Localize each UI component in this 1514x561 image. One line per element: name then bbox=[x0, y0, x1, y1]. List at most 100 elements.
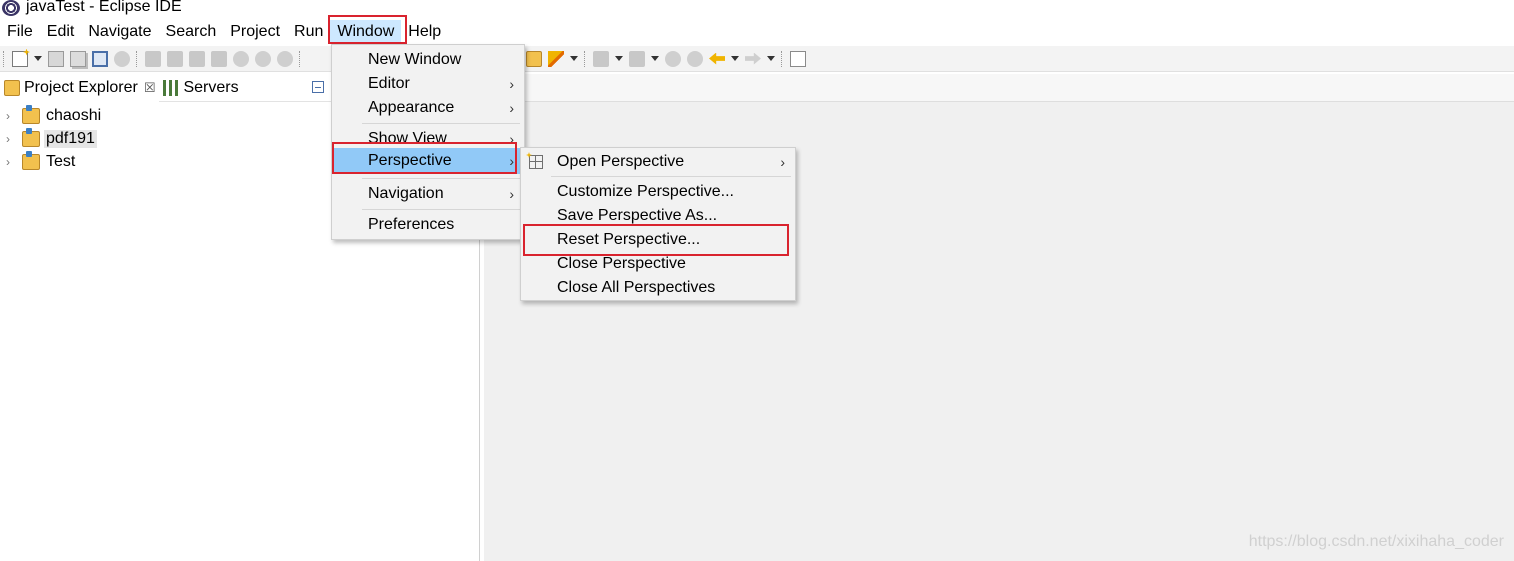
project-explorer-icon bbox=[4, 79, 20, 96]
tab-label: Servers bbox=[183, 78, 239, 96]
toolbar-grip bbox=[584, 50, 587, 67]
close-icon[interactable]: ☒ bbox=[144, 80, 156, 96]
menu-item-new-window[interactable]: New Window bbox=[332, 48, 524, 72]
minimize-view-icon[interactable] bbox=[312, 81, 324, 93]
menu-item-label: Open Perspective bbox=[557, 153, 685, 170]
window-title: javaTest - Eclipse IDE bbox=[26, 0, 182, 15]
toolbar-grip[interactable] bbox=[3, 50, 6, 67]
java-project-icon bbox=[22, 104, 40, 124]
menu-item-label: Save Perspective As... bbox=[557, 207, 718, 224]
menu-project[interactable]: Project bbox=[223, 20, 287, 44]
toolbar-grip bbox=[299, 50, 302, 67]
watermark: https://blog.csdn.net/xixihaha_coder bbox=[1248, 533, 1504, 550]
toolbar-grip bbox=[136, 50, 139, 67]
menu-item-open-perspective[interactable]: Open Perspective › bbox=[521, 150, 795, 174]
new-icon[interactable] bbox=[12, 50, 28, 67]
forward-arrow-icon[interactable] bbox=[745, 52, 761, 65]
project-label: chaoshi bbox=[46, 106, 102, 124]
maximize-editor-icon[interactable] bbox=[790, 50, 806, 67]
menu-item-close-all-perspectives[interactable]: Close All Perspectives bbox=[521, 276, 795, 300]
menu-run[interactable]: Run bbox=[287, 20, 330, 44]
expand-chevron-icon[interactable]: › bbox=[6, 109, 18, 123]
menu-item-navigation[interactable]: Navigation › bbox=[332, 182, 524, 206]
prev-annotation-icon[interactable] bbox=[629, 50, 645, 67]
menu-file[interactable]: File bbox=[0, 20, 40, 44]
open-folder-icon[interactable] bbox=[526, 50, 542, 67]
menu-navigate[interactable]: Navigate bbox=[81, 20, 158, 44]
step-over-icon[interactable] bbox=[255, 50, 271, 67]
submenu-arrow-icon: › bbox=[780, 154, 785, 170]
expand-chevron-icon[interactable]: › bbox=[6, 132, 18, 146]
disconnect-icon[interactable] bbox=[211, 50, 227, 67]
tab-label: Project Explorer bbox=[24, 78, 138, 96]
expand-chevron-icon[interactable]: › bbox=[6, 155, 18, 169]
tab-project-explorer[interactable]: Project Explorer ☒ bbox=[0, 73, 160, 102]
menu-item-label: Editor bbox=[368, 75, 410, 92]
menu-item-reset-perspective[interactable]: Reset Perspective... bbox=[521, 228, 795, 252]
open-perspective-icon bbox=[529, 155, 543, 169]
menu-item-save-perspective-as[interactable]: Save Perspective As... bbox=[521, 204, 795, 228]
prev-annotation-dropdown-icon[interactable] bbox=[651, 56, 659, 61]
terminate-icon[interactable] bbox=[189, 50, 205, 67]
resume-icon[interactable] bbox=[145, 50, 161, 67]
tab-servers[interactable]: Servers bbox=[159, 74, 242, 102]
title-bar: javaTest - Eclipse IDE bbox=[0, 0, 1514, 18]
console-icon[interactable] bbox=[92, 50, 108, 67]
save-icon[interactable] bbox=[48, 50, 64, 67]
menu-item-label: Reset Perspective... bbox=[557, 231, 701, 248]
menu-item-label: Preferences bbox=[368, 216, 455, 233]
menu-item-editor[interactable]: Editor › bbox=[332, 72, 524, 96]
menu-item-label: Appearance bbox=[368, 99, 455, 116]
submenu-arrow-icon: › bbox=[509, 186, 514, 202]
search-dropdown-icon[interactable] bbox=[570, 56, 578, 61]
last-edit-forward-icon[interactable] bbox=[687, 50, 703, 67]
window-menu: New Window Editor › Appearance › Show Vi… bbox=[331, 44, 525, 240]
java-project-icon bbox=[22, 150, 40, 170]
toolbar-grip bbox=[781, 50, 784, 67]
menu-bar: File Edit Navigate Search Project Run Wi… bbox=[0, 20, 1514, 44]
step-into-icon[interactable] bbox=[233, 50, 249, 67]
main-toolbar bbox=[0, 46, 1514, 72]
menu-item-label: Close Perspective bbox=[557, 255, 686, 272]
back-arrow-icon[interactable] bbox=[709, 52, 725, 65]
editor-tab-strip bbox=[484, 74, 1514, 102]
menu-separator bbox=[362, 123, 520, 124]
back-dropdown-icon[interactable] bbox=[731, 56, 739, 61]
suspend-icon[interactable] bbox=[167, 50, 183, 67]
project-label: pdf191 bbox=[44, 129, 97, 148]
menu-item-customize-perspective[interactable]: Customize Perspective... bbox=[521, 180, 795, 204]
menu-edit[interactable]: Edit bbox=[40, 20, 82, 44]
next-annotation-icon[interactable] bbox=[593, 50, 609, 67]
submenu-arrow-icon: › bbox=[509, 100, 514, 116]
next-annotation-dropdown-icon[interactable] bbox=[615, 56, 623, 61]
search-pen-icon[interactable] bbox=[548, 50, 564, 67]
save-all-icon[interactable] bbox=[70, 50, 86, 67]
forward-dropdown-icon[interactable] bbox=[767, 56, 775, 61]
java-project-icon bbox=[22, 127, 40, 147]
submenu-arrow-icon: › bbox=[509, 153, 514, 169]
menu-item-label: Close All Perspectives bbox=[557, 279, 716, 296]
menu-item-label: Navigation bbox=[368, 185, 444, 202]
menu-window[interactable]: Window bbox=[330, 20, 402, 44]
menu-item-perspective[interactable]: Perspective › bbox=[332, 148, 524, 174]
last-edit-icon[interactable] bbox=[665, 50, 681, 67]
menu-item-label: Perspective bbox=[368, 152, 452, 169]
skip-breakpoints-icon[interactable] bbox=[114, 50, 130, 67]
eclipse-icon bbox=[2, 0, 20, 16]
servers-icon bbox=[163, 79, 180, 96]
perspective-submenu: Open Perspective › Customize Perspective… bbox=[520, 147, 796, 301]
step-return-icon[interactable] bbox=[277, 50, 293, 67]
menu-separator bbox=[551, 176, 791, 177]
project-label: Test bbox=[46, 152, 76, 170]
menu-search[interactable]: Search bbox=[159, 20, 224, 44]
menu-item-close-perspective[interactable]: Close Perspective bbox=[521, 252, 795, 276]
menu-separator bbox=[362, 178, 520, 179]
menu-item-label: Customize Perspective... bbox=[557, 183, 734, 200]
submenu-arrow-icon: › bbox=[509, 76, 514, 92]
menu-item-preferences[interactable]: Preferences bbox=[332, 213, 524, 237]
menu-help[interactable]: Help bbox=[401, 20, 448, 44]
menu-item-appearance[interactable]: Appearance › bbox=[332, 96, 524, 120]
menu-separator bbox=[362, 209, 520, 210]
menu-item-label: New Window bbox=[368, 51, 462, 68]
new-dropdown-icon[interactable] bbox=[34, 56, 42, 61]
